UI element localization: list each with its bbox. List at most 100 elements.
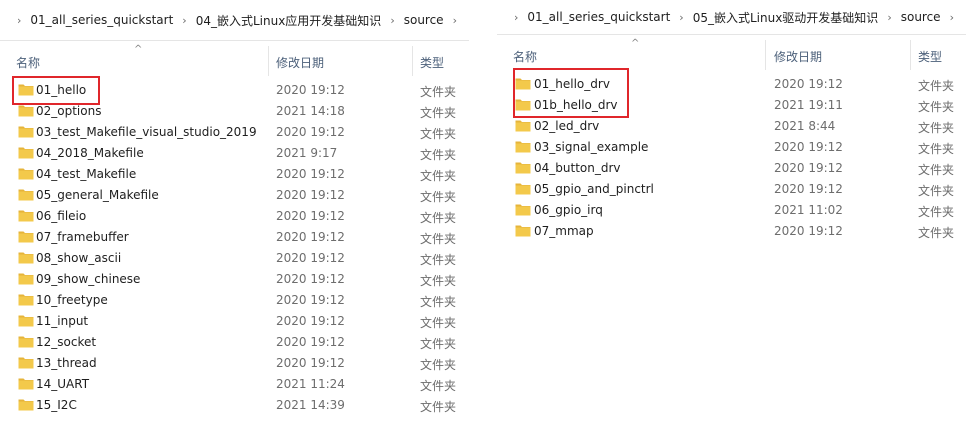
column-divider[interactable] — [910, 40, 911, 70]
breadcrumb-item[interactable]: source — [901, 10, 941, 24]
folder-icon — [18, 251, 34, 264]
column-divider[interactable] — [268, 46, 269, 76]
file-name: 06_fileio — [36, 209, 87, 223]
file-row[interactable]: 15_I2C 2021 14:39 文件夹 — [0, 395, 469, 416]
file-type: 文件夹 — [420, 295, 457, 309]
file-type: 文件夹 — [918, 226, 955, 240]
file-row[interactable]: 13_thread 2020 19:12 文件夹 — [0, 353, 469, 374]
file-date: 2020 19:12 — [774, 161, 843, 175]
file-date: 2020 19:12 — [276, 356, 345, 370]
file-type: 文件夹 — [420, 85, 457, 99]
file-row[interactable]: 02_led_drv 2021 8:44 文件夹 — [497, 116, 966, 137]
file-name: 07_mmap — [534, 224, 594, 238]
folder-icon — [515, 119, 531, 132]
sort-ascending-icon: ^ — [134, 44, 143, 55]
file-date: 2020 19:12 — [276, 125, 345, 139]
file-row[interactable]: 10_freetype 2020 19:12 文件夹 — [0, 290, 469, 311]
column-header-date[interactable]: 修改日期 — [774, 48, 822, 65]
file-type: 文件夹 — [420, 274, 457, 288]
file-type: 文件夹 — [420, 400, 457, 414]
file-type: 文件夹 — [918, 184, 955, 198]
file-date: 2020 19:12 — [276, 314, 345, 328]
file-type: 文件夹 — [420, 169, 457, 183]
file-date: 2020 19:12 — [774, 224, 843, 238]
file-row[interactable]: 14_UART 2021 11:24 文件夹 — [0, 374, 469, 395]
chevron-right-icon[interactable]: › — [182, 14, 186, 27]
file-row[interactable]: 11_input 2020 19:12 文件夹 — [0, 311, 469, 332]
column-header-date[interactable]: 修改日期 — [276, 54, 324, 71]
chevron-right-icon[interactable]: › — [950, 11, 954, 24]
folder-icon — [18, 104, 34, 117]
file-name: 02_led_drv — [534, 119, 600, 133]
file-date: 2020 19:12 — [276, 251, 345, 265]
chevron-right-icon[interactable]: › — [453, 14, 457, 27]
file-type: 文件夹 — [420, 232, 457, 246]
file-row[interactable]: 06_gpio_irq 2021 11:02 文件夹 — [497, 200, 966, 221]
file-date: 2021 11:02 — [774, 203, 843, 217]
file-row[interactable]: 03_signal_example 2020 19:12 文件夹 — [497, 137, 966, 158]
file-row[interactable]: 04_test_Makefile 2020 19:12 文件夹 — [0, 164, 469, 185]
folder-icon — [515, 203, 531, 216]
chevron-right-icon[interactable]: › — [679, 11, 683, 24]
folder-icon — [18, 167, 34, 180]
address-bar[interactable]: › 01_all_series_quickstart › 05_嵌入式Linux… — [497, 0, 966, 35]
file-row[interactable]: 12_socket 2020 19:12 文件夹 — [0, 332, 469, 353]
file-name: 14_UART — [36, 377, 90, 391]
file-row[interactable]: 05_general_Makefile 2020 19:12 文件夹 — [0, 185, 469, 206]
pane-gap — [469, 0, 497, 429]
file-date: 2020 19:12 — [774, 77, 843, 91]
address-bar[interactable]: › 01_all_series_quickstart › 04_嵌入式Linux… — [0, 0, 469, 41]
file-row[interactable]: 09_show_chinese 2020 19:12 文件夹 — [0, 269, 469, 290]
file-date: 2021 8:44 — [774, 119, 836, 133]
file-type: 文件夹 — [420, 379, 457, 393]
column-divider[interactable] — [765, 40, 766, 70]
file-type: 文件夹 — [420, 148, 457, 162]
chevron-right-icon[interactable]: › — [390, 14, 394, 27]
file-name: 09_show_chinese — [36, 272, 141, 286]
file-date: 2021 14:18 — [276, 104, 345, 118]
file-row[interactable]: 04_button_drv 2020 19:12 文件夹 — [497, 158, 966, 179]
file-type: 文件夹 — [918, 163, 955, 177]
file-row[interactable]: 06_fileio 2020 19:12 文件夹 — [0, 206, 469, 227]
file-date: 2020 19:12 — [276, 83, 345, 97]
breadcrumb-item[interactable]: 05_嵌入式Linux驱动开发基础知识 — [693, 9, 879, 26]
file-row[interactable]: 08_show_ascii 2020 19:12 文件夹 — [0, 248, 469, 269]
file-type: 文件夹 — [420, 358, 457, 372]
file-type: 文件夹 — [918, 79, 955, 93]
column-header-type[interactable]: 类型 — [918, 48, 942, 65]
file-row[interactable]: 07_mmap 2020 19:12 文件夹 — [497, 221, 966, 242]
file-date: 2021 9:17 — [276, 146, 338, 160]
file-name: 10_freetype — [36, 293, 108, 307]
file-date: 2020 19:12 — [774, 182, 843, 196]
column-header-type[interactable]: 类型 — [420, 54, 444, 71]
folder-icon — [18, 398, 34, 411]
file-name: 02_options — [36, 104, 102, 118]
chevron-right-icon[interactable]: › — [887, 11, 891, 24]
folder-icon — [18, 272, 34, 285]
file-row[interactable]: 03_test_Makefile_visual_studio_2019 2020 … — [0, 122, 469, 143]
file-row[interactable]: 04_2018_Makefile 2021 9:17 文件夹 — [0, 143, 469, 164]
file-row[interactable]: 07_framebuffer 2020 19:12 文件夹 — [0, 227, 469, 248]
sort-ascending-icon: ^ — [631, 38, 640, 49]
chevron-right-icon[interactable]: › — [514, 11, 518, 24]
chevron-right-icon[interactable]: › — [17, 14, 21, 27]
file-date: 2020 19:12 — [276, 209, 345, 223]
file-name: 05_general_Makefile — [36, 188, 159, 202]
folder-icon — [18, 188, 34, 201]
file-row[interactable]: 05_gpio_and_pinctrl 2020 19:12 文件夹 — [497, 179, 966, 200]
breadcrumb-item[interactable]: source — [404, 13, 444, 27]
column-header-name[interactable]: 名称 — [16, 54, 40, 71]
breadcrumb-item[interactable]: 04_嵌入式Linux应用开发基础知识 — [196, 12, 382, 29]
folder-icon — [18, 293, 34, 306]
file-date: 2020 19:12 — [276, 272, 345, 286]
folder-icon — [515, 161, 531, 174]
file-name: 15_I2C — [36, 398, 77, 412]
column-header-name[interactable]: 名称 — [513, 48, 537, 65]
column-divider[interactable] — [412, 46, 413, 76]
file-type: 文件夹 — [420, 316, 457, 330]
file-type: 文件夹 — [420, 337, 457, 351]
folder-icon — [515, 182, 531, 195]
breadcrumb-item[interactable]: 01_all_series_quickstart — [527, 10, 670, 24]
breadcrumb-item[interactable]: 01_all_series_quickstart — [30, 13, 173, 27]
file-name: 08_show_ascii — [36, 251, 122, 265]
